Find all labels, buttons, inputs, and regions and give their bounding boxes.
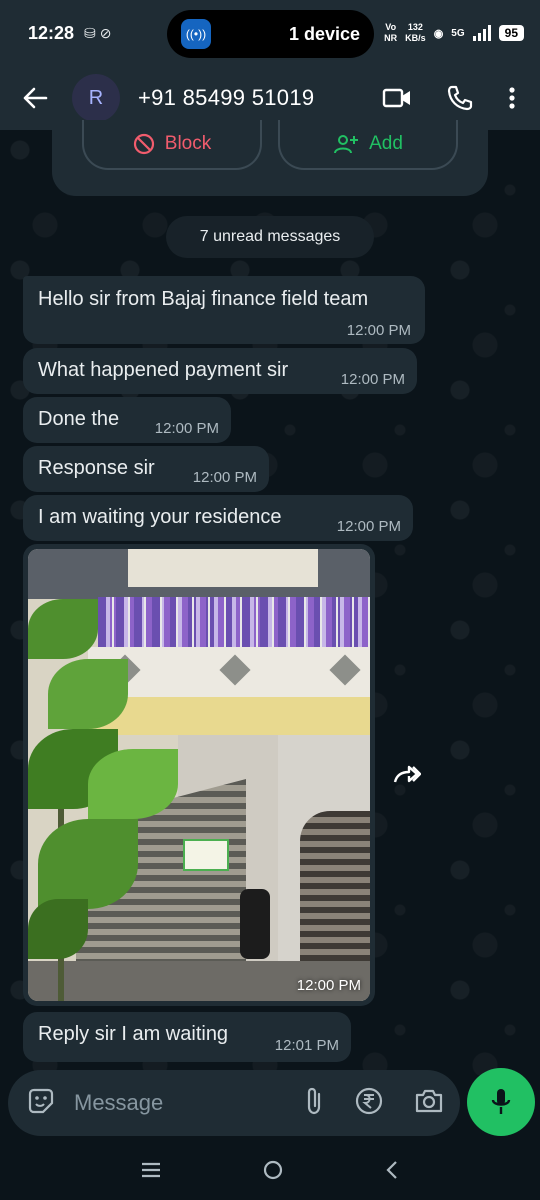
message-bubble[interactable]: Done the 12:00 PM [23, 397, 231, 443]
photo-roof-inner [128, 549, 318, 587]
volte-indicator: Vo NR [384, 22, 397, 44]
message-text: Hello sir from Bajaj finance field team [38, 288, 369, 310]
composer-actions [304, 1086, 444, 1121]
photo-sign [183, 839, 229, 871]
status-time: 12:28 [28, 22, 75, 43]
photo-plant-leaf [38, 819, 138, 909]
message-composer [8, 1070, 460, 1136]
volte-bottom: NR [384, 33, 398, 43]
recents-icon[interactable] [140, 1161, 162, 1184]
add-label: Add [369, 133, 403, 154]
message-time: 12:00 PM [192, 469, 257, 486]
unknown-contact-card: Block Add [52, 120, 488, 196]
message-input[interactable] [74, 1090, 244, 1116]
dynamic-island[interactable]: ((•)) 1 device [167, 10, 374, 58]
message-bubble[interactable]: Reply sir I am waiting 12:01 PM [23, 1012, 351, 1062]
volte-top: Vo [385, 22, 397, 32]
sticker-icon[interactable] [26, 1086, 56, 1121]
photo-plant-leaf [48, 659, 128, 729]
message-bubble[interactable]: I am waiting your residence 12:00 PM [23, 495, 413, 541]
hotspot-icon: ◉ [433, 27, 444, 40]
photo-plant-leaf [88, 749, 178, 819]
unread-messages-pill: 7 unread messages [166, 216, 374, 258]
block-button[interactable]: Block [82, 120, 262, 170]
block-label: Block [164, 133, 212, 154]
back-nav-icon[interactable] [384, 1159, 400, 1186]
speed-unit: KB/s [405, 33, 426, 43]
voice-call-icon[interactable] [446, 84, 474, 112]
photo-yellow-band [88, 697, 370, 735]
mic-button[interactable] [467, 1068, 535, 1136]
message-text: Reply sir I am waiting [38, 1023, 229, 1045]
contact-name[interactable]: +91 85499 51019 [138, 85, 314, 111]
message-text: I am waiting your residence [38, 506, 282, 528]
back-arrow-icon[interactable] [20, 83, 50, 113]
video-call-icon[interactable] [382, 87, 412, 109]
add-person-icon [334, 135, 359, 154]
house-photo[interactable] [28, 549, 370, 1001]
status-bar: 12:28 ⛁⊘ ((•)) 1 device Vo NR 132 KB/s ◉… [0, 0, 540, 66]
system-nav-bar [0, 1144, 540, 1200]
header-actions [382, 84, 524, 112]
message-time: 12:00 PM [154, 420, 219, 437]
speed-value: 132 [407, 22, 423, 32]
photo-plant-leaf [28, 599, 98, 659]
photo-plant-leaf [28, 899, 88, 959]
message-text: Response sir [38, 457, 155, 479]
add-contact-button[interactable]: Add [278, 120, 458, 170]
mic-icon [491, 1089, 511, 1114]
forward-icon[interactable] [385, 752, 429, 796]
more-options-icon[interactable] [508, 86, 516, 110]
home-icon[interactable] [262, 1159, 284, 1186]
attach-icon[interactable] [304, 1086, 324, 1121]
message-time: 12:00 PM [340, 371, 405, 388]
speed-indicator: 132 KB/s [405, 22, 426, 44]
block-icon [133, 133, 154, 155]
nearby-share-icon: ((•)) [181, 19, 211, 49]
payment-rupee-icon[interactable] [354, 1086, 384, 1121]
message-time: 12:01 PM [274, 1037, 339, 1054]
message-bubble[interactable]: Response sir 12:00 PM [23, 446, 269, 492]
message-bubble[interactable]: Hello sir from Bajaj finance field team … [23, 276, 425, 344]
battery-level: 95 [498, 25, 524, 41]
island-label: 1 device [288, 23, 360, 44]
photo-railing [98, 597, 370, 647]
message-text: What happened payment sir [38, 359, 289, 381]
message-time: 12:00 PM [336, 518, 401, 535]
message-bubble[interactable]: What happened payment sir 12:00 PM [23, 348, 417, 394]
avatar[interactable]: R [72, 74, 120, 122]
notification-icons: ⛁⊘ [84, 24, 116, 41]
message-text: Done the [38, 408, 120, 430]
signal-bars-icon [472, 25, 491, 41]
status-right: Vo NR 132 KB/s ◉ 5G 95 [384, 22, 524, 44]
photo-bike [240, 889, 270, 959]
message-time: 12:00 PM [296, 977, 361, 994]
message-time: 12:00 PM [346, 322, 411, 339]
signal-type: 5G [451, 27, 465, 39]
image-message-bubble[interactable]: 12:00 PM [23, 544, 375, 1006]
camera-icon[interactable] [414, 1088, 444, 1119]
